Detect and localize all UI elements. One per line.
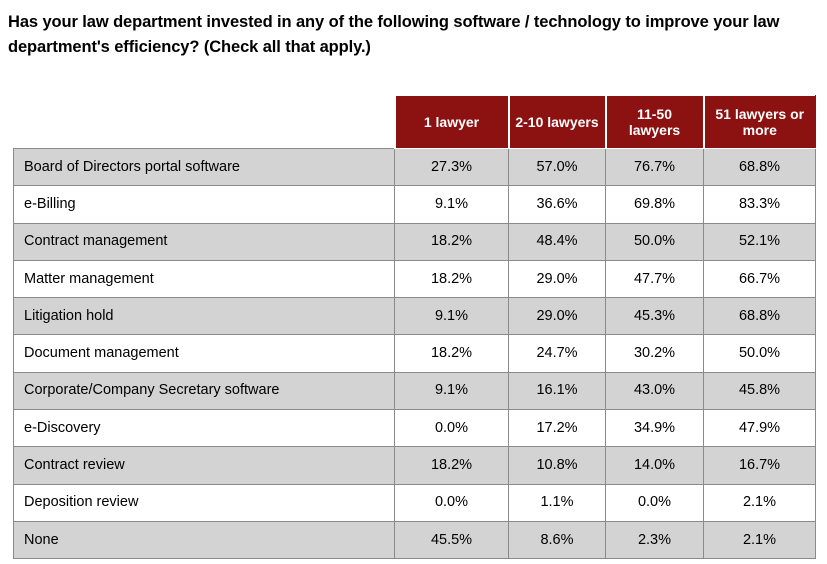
row-label: Litigation hold [13, 297, 395, 336]
row-label: Corporate/Company Secretary software [13, 371, 395, 411]
table-row: Litigation hold 9.1% 29.0% 45.3% 68.8% [13, 297, 816, 336]
value-cell: 47.7% [605, 259, 704, 299]
table-row: Corporate/Company Secretary software 9.1%… [13, 371, 816, 411]
value-cell: 50.0% [605, 222, 704, 261]
value-cell: 0.0% [605, 483, 704, 522]
value-cell: 68.8% [703, 147, 816, 187]
survey-results-table: 1 lawyer 2-10 lawyers 11-50 lawyers 51 l… [13, 95, 816, 560]
value-cell: 1.1% [508, 483, 606, 522]
row-label: Deposition review [13, 483, 395, 522]
row-label: e-Billing [13, 185, 395, 224]
table-corner-cell [13, 95, 395, 149]
value-cell: 8.6% [508, 520, 606, 560]
table-row: Contract management 18.2% 48.4% 50.0% 52.1% [13, 222, 816, 261]
table-row: Document management 18.2% 24.7% 30.2% 50.0% [13, 334, 816, 373]
row-label: Matter management [13, 259, 395, 299]
value-cell: 9.1% [394, 297, 509, 336]
value-cell: 68.8% [703, 297, 816, 336]
value-cell: 69.8% [605, 185, 704, 224]
table-row: Matter management 18.2% 29.0% 47.7% 66.7% [13, 259, 816, 299]
value-cell: 2.1% [703, 483, 816, 522]
table-row: Deposition review 0.0% 1.1% 0.0% 2.1% [13, 483, 816, 522]
table-row: Board of Directors portal software 27.3% 5… [13, 147, 816, 187]
table-row: e-Discovery 0.0% 17.2% 34.9% 47.9% [13, 409, 816, 448]
table-body: Board of Directors portal software 27.3% 5… [13, 147, 816, 560]
row-label: Board of Directors portal software [13, 147, 395, 187]
page-title: Has your law department invested in any … [8, 13, 780, 56]
value-cell: 10.8% [508, 446, 606, 485]
value-cell: 0.0% [394, 409, 509, 448]
value-cell: 36.6% [508, 185, 606, 224]
value-cell: 18.2% [394, 334, 509, 373]
value-cell: 0.0% [394, 483, 509, 522]
value-cell: 57.0% [508, 147, 606, 187]
table-row: e-Billing 9.1% 36.6% 69.8% 83.3% [13, 185, 816, 224]
value-cell: 29.0% [508, 259, 606, 299]
column-header-51-lawyers-or-more: 51 lawyers or more [702, 95, 816, 149]
value-cell: 2.1% [703, 520, 816, 560]
value-cell: 29.0% [508, 297, 606, 336]
value-cell: 9.1% [394, 185, 509, 224]
value-cell: 48.4% [508, 222, 606, 261]
row-label: Contract review [13, 446, 395, 485]
value-cell: 18.2% [394, 259, 509, 299]
value-cell: 76.7% [605, 147, 704, 187]
row-label: None [13, 520, 395, 560]
table-row: Contract review 18.2% 10.8% 14.0% 16.7% [13, 446, 816, 485]
value-cell: 83.3% [703, 185, 816, 224]
table-row: None 45.5% 8.6% 2.3% 2.1% [13, 520, 816, 560]
value-cell: 34.9% [605, 409, 704, 448]
column-header-2-10-lawyers: 2-10 lawyers [507, 95, 607, 149]
value-cell: 52.1% [703, 222, 816, 261]
value-cell: 30.2% [605, 334, 704, 373]
value-cell: 45.5% [394, 520, 509, 560]
value-cell: 2.3% [605, 520, 704, 560]
value-cell: 17.2% [508, 409, 606, 448]
row-label: Contract management [13, 222, 395, 261]
value-cell: 18.2% [394, 446, 509, 485]
row-label: Document management [13, 334, 395, 373]
value-cell: 43.0% [605, 371, 704, 411]
value-cell: 9.1% [394, 371, 509, 411]
value-cell: 47.9% [703, 409, 816, 448]
value-cell: 45.8% [703, 371, 816, 411]
table-header: 1 lawyer 2-10 lawyers 11-50 lawyers 51 l… [13, 95, 816, 149]
value-cell: 14.0% [605, 446, 704, 485]
column-header-11-50-lawyers: 11-50 lawyers [604, 95, 705, 149]
value-cell: 16.7% [703, 446, 816, 485]
value-cell: 27.3% [394, 147, 509, 187]
value-cell: 24.7% [508, 334, 606, 373]
table-header-row: 1 lawyer 2-10 lawyers 11-50 lawyers 51 l… [13, 95, 816, 149]
column-header-1-lawyer: 1 lawyer [393, 95, 510, 149]
value-cell: 50.0% [703, 334, 816, 373]
row-label: e-Discovery [13, 409, 395, 448]
value-cell: 66.7% [703, 259, 816, 299]
value-cell: 18.2% [394, 222, 509, 261]
survey-table-container: 1 lawyer 2-10 lawyers 11-50 lawyers 51 l… [13, 95, 816, 560]
value-cell: 16.1% [508, 371, 606, 411]
value-cell: 45.3% [605, 297, 704, 336]
